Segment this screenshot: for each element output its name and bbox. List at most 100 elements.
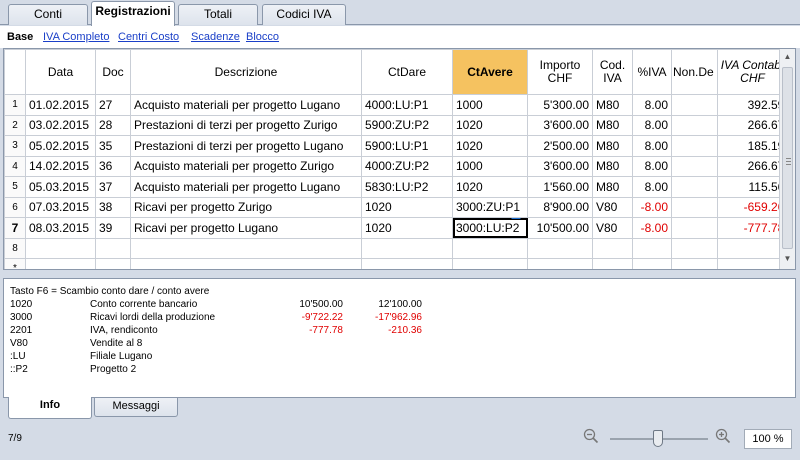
col-header-iva-contab[interactable]: IVA Contab. CHF — [716, 49, 789, 95]
cell-nonde[interactable] — [671, 217, 718, 239]
cell-doc[interactable] — [95, 237, 131, 259]
cell-importo[interactable]: 2'500.00 — [527, 135, 593, 157]
cell-pct-iva[interactable] — [632, 237, 672, 259]
cell-doc[interactable]: 35 — [95, 135, 131, 157]
cell-iva-contab[interactable]: 185.19 — [716, 135, 789, 157]
cell-cod-iva[interactable]: M80 — [592, 94, 633, 116]
table-row[interactable]: 8 — [4, 237, 789, 259]
cell-iva-contab[interactable]: -777.78 — [716, 217, 789, 239]
cell-ctdare[interactable] — [361, 237, 453, 259]
col-header-descrizione[interactable]: Descrizione — [130, 49, 362, 95]
cell-nonde[interactable] — [671, 114, 718, 136]
table-row[interactable]: 1 01.02.2015 27 Acquisto materiali per prog… — [4, 94, 789, 116]
cell-pct-iva[interactable]: -8.00 — [632, 196, 672, 218]
cell-descrizione[interactable] — [130, 237, 362, 259]
row-number[interactable]: 1 — [4, 94, 26, 116]
cell-doc[interactable]: 28 — [95, 114, 131, 136]
cell-ctavere[interactable]: 1000 — [452, 155, 528, 177]
col-header-nonde[interactable]: Non.De — [671, 49, 718, 95]
row-number[interactable]: 2 — [4, 114, 26, 136]
cell-nonde[interactable] — [671, 258, 718, 269]
cell-iva-contab[interactable]: 392.59 — [716, 94, 789, 116]
cell-iva-contab[interactable]: 266.67 — [716, 114, 789, 136]
cell-nonde[interactable] — [671, 155, 718, 177]
cell-data[interactable] — [25, 258, 96, 269]
cell-ctavere[interactable] — [452, 237, 528, 259]
row-number[interactable]: 3 — [4, 135, 26, 157]
cell-data[interactable]: 07.03.2015 — [25, 196, 96, 218]
view-blocco-link[interactable]: Blocco — [246, 31, 279, 43]
table-row[interactable]: 6 07.03.2015 38 Ricavi per progetto Zurigo 1… — [4, 196, 789, 218]
cell-pct-iva[interactable] — [632, 258, 672, 269]
table-row[interactable]: 2 03.02.2015 28 Prestazioni di terzi per pr… — [4, 114, 789, 136]
scroll-up-arrow-icon[interactable]: ▲ — [780, 49, 795, 65]
cell-ctdare[interactable]: 1020 — [361, 217, 453, 239]
zoom-out-icon[interactable] — [582, 428, 600, 446]
col-header-pct-iva[interactable]: %IVA — [632, 49, 672, 95]
cell-doc[interactable]: 38 — [95, 196, 131, 218]
cell-ctdare[interactable]: 4000:ZU:P2 — [361, 155, 453, 177]
zoom-slider-thumb[interactable] — [653, 430, 663, 447]
cell-cod-iva[interactable]: M80 — [592, 155, 633, 177]
view-base[interactable]: Base — [7, 31, 33, 43]
view-scadenze-link[interactable]: Scadenze — [191, 31, 240, 43]
table-row[interactable]: 3 05.02.2015 35 Prestazioni di terzi per pr… — [4, 135, 789, 157]
col-header-importo[interactable]: Importo CHF — [527, 49, 593, 95]
tab-info[interactable]: Info — [8, 397, 92, 419]
cell-iva-contab[interactable] — [716, 237, 789, 259]
cell-importo[interactable]: 8'900.00 — [527, 196, 593, 218]
cell-data[interactable]: 03.02.2015 — [25, 114, 96, 136]
cell-iva-contab[interactable] — [716, 258, 789, 269]
cell-importo[interactable]: 3'600.00 — [527, 155, 593, 177]
cell-nonde[interactable] — [671, 94, 718, 116]
cell-doc[interactable] — [95, 258, 131, 269]
cell-ctdare[interactable]: 5900:LU:P1 — [361, 135, 453, 157]
cell-nonde[interactable] — [671, 135, 718, 157]
table-row[interactable]: * — [4, 258, 789, 269]
cell-ctavere[interactable]: 3000:ZU:P1 — [452, 196, 528, 218]
cell-cod-iva[interactable] — [592, 237, 633, 259]
registrazioni-grid[interactable]: Data Doc Descrizione CtDare CtAvere Impo… — [3, 48, 796, 270]
cell-pct-iva[interactable]: 8.00 — [632, 176, 672, 198]
cell-cod-iva[interactable]: M80 — [592, 176, 633, 198]
cell-cod-iva[interactable]: M80 — [592, 114, 633, 136]
cell-ctavere[interactable]: 1000 — [452, 94, 528, 116]
cell-pct-iva[interactable]: 8.00 — [632, 114, 672, 136]
cell-importo[interactable] — [527, 258, 593, 269]
table-row[interactable]: 4 14.02.2015 36 Acquisto materiali per prog… — [4, 155, 789, 177]
tab-conti[interactable]: Conti — [8, 4, 88, 25]
cell-descrizione[interactable]: Acquisto materiali per progetto Lugano — [130, 176, 362, 198]
cell-iva-contab[interactable]: 115.56 — [716, 176, 789, 198]
cell-importo[interactable]: 10'500.00 — [527, 217, 593, 239]
cell-ctavere[interactable]: 1020 — [452, 135, 528, 157]
cell-pct-iva[interactable]: 8.00 — [632, 135, 672, 157]
cell-importo[interactable]: 5'300.00 — [527, 94, 593, 116]
cell-ctavere[interactable]: 1020 — [452, 176, 528, 198]
tab-messaggi[interactable]: Messaggi — [94, 398, 178, 417]
cell-ctdare[interactable]: 4000:LU:P1 — [361, 94, 453, 116]
cell-descrizione[interactable]: Acquisto materiali per progetto Lugano — [130, 94, 362, 116]
cell-descrizione[interactable]: Ricavi per progetto Zurigo — [130, 196, 362, 218]
cell-nonde[interactable] — [671, 176, 718, 198]
cell-cod-iva[interactable] — [592, 258, 633, 269]
cell-pct-iva[interactable]: -8.00 — [632, 217, 672, 239]
row-number[interactable]: 4 — [4, 155, 26, 177]
cell-importo[interactable] — [527, 237, 593, 259]
cell-iva-contab[interactable]: 266.67 — [716, 155, 789, 177]
tab-codici-iva[interactable]: Codici IVA — [262, 4, 346, 25]
cell-cod-iva[interactable]: V80 — [592, 217, 633, 239]
cell-cod-iva[interactable]: M80 — [592, 135, 633, 157]
cell-doc[interactable]: 27 — [95, 94, 131, 116]
cell-descrizione[interactable]: Prestazioni di terzi per progetto Lugano — [130, 135, 362, 157]
cell-descrizione[interactable]: Prestazioni di terzi per progetto Zurigo — [130, 114, 362, 136]
zoom-in-icon[interactable] — [714, 428, 732, 446]
col-header-ctavere[interactable]: CtAvere — [452, 49, 528, 95]
col-header-doc[interactable]: Doc — [95, 49, 131, 95]
cell-cod-iva[interactable]: V80 — [592, 196, 633, 218]
scrollbar-thumb[interactable] — [782, 67, 793, 249]
cell-doc[interactable]: 37 — [95, 176, 131, 198]
col-header-data[interactable]: Data — [25, 49, 96, 95]
cell-nonde[interactable] — [671, 196, 718, 218]
cell-data[interactable]: 05.02.2015 — [25, 135, 96, 157]
zoom-level-field[interactable]: 100 % — [744, 429, 792, 449]
